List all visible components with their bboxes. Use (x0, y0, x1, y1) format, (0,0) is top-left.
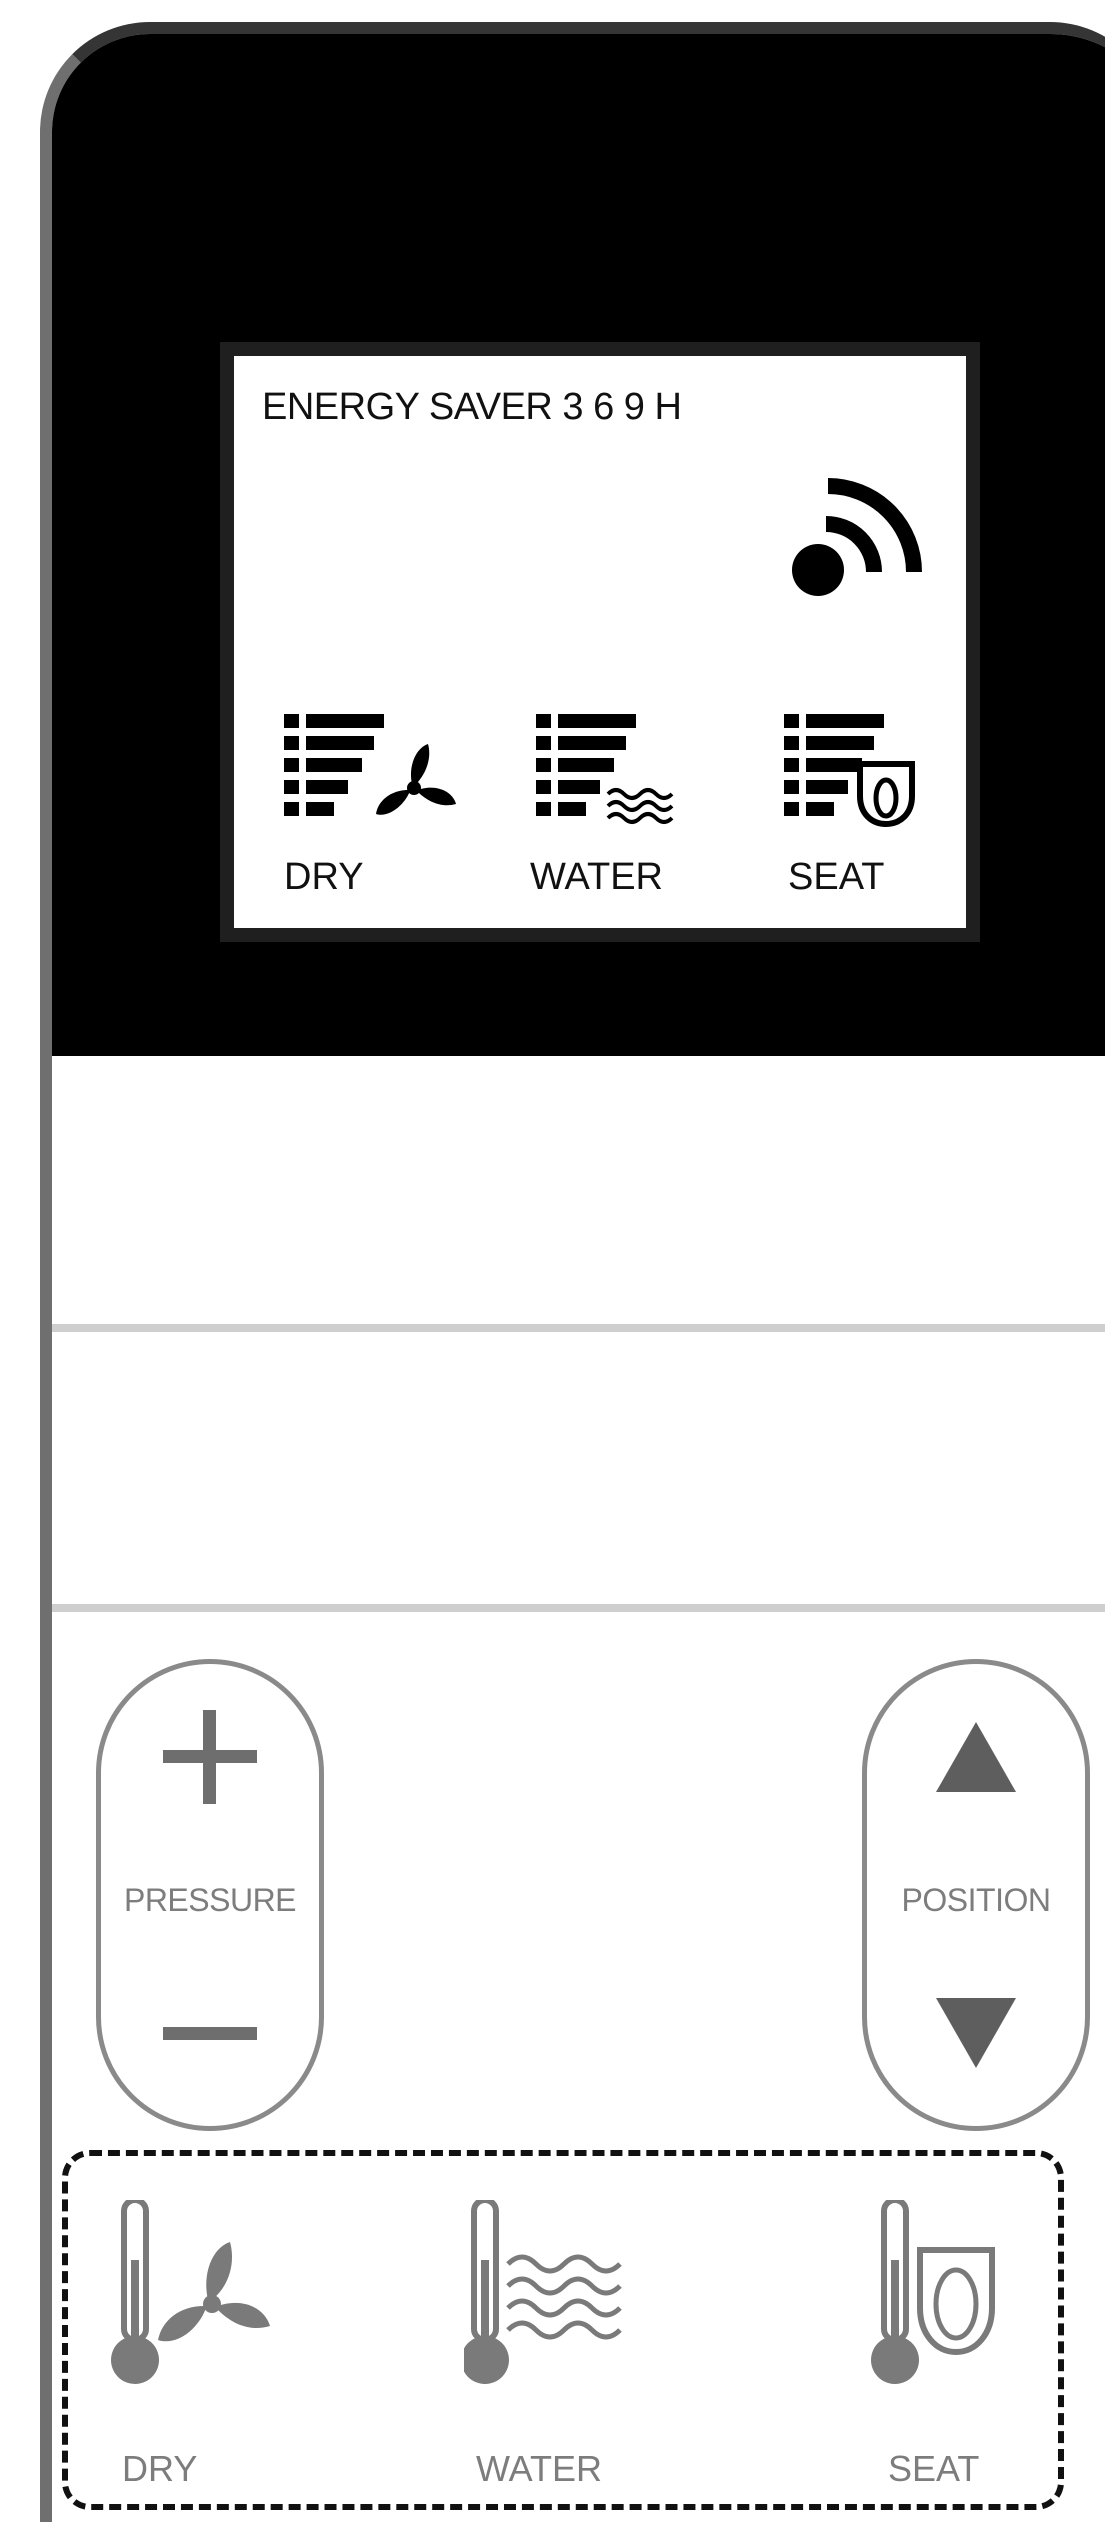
position-down-button[interactable] (867, 1958, 1085, 2108)
seat-level-bars-icon (784, 714, 915, 828)
thermometer-icon (871, 2197, 919, 2384)
remote-control: ENERGY SAVER 3 6 9 H DRY WATER SEAT PRES… (40, 22, 1105, 2522)
water-waves-icon (606, 788, 674, 824)
dry-level-bars-icon (284, 714, 456, 816)
pressure-decrease-button[interactable] (101, 1958, 319, 2108)
fan-icon (158, 2242, 270, 2342)
seat-temperature-button[interactable]: SEAT (870, 2197, 1050, 2489)
seat-temperature-label: SEAT (888, 2448, 980, 2489)
display-bezel: ENERGY SAVER 3 6 9 H DRY WATER SEAT (52, 34, 1105, 1056)
water-level-bars-icon (536, 714, 674, 824)
position-control: POSITION (862, 1659, 1090, 2131)
lcd-screen: ENERGY SAVER 3 6 9 H DRY WATER SEAT (220, 342, 980, 942)
water-temperature-label: WATER (476, 2448, 602, 2489)
lcd-seat-label: SEAT (788, 856, 885, 898)
divider-line (52, 1604, 1105, 1612)
triangle-up-icon (936, 1722, 1016, 1792)
lcd-seat-level: SEAT (774, 706, 994, 926)
thermometer-icon (111, 2197, 159, 2384)
triangle-down-icon (936, 1998, 1016, 2068)
plus-icon (163, 1710, 257, 1804)
water-temperature-button[interactable]: WATER (461, 2197, 664, 2489)
pressure-label: PRESSURE (123, 1882, 297, 1918)
seat-icon (917, 2247, 995, 2356)
fan-icon (376, 744, 456, 815)
lcd-water-level: WATER (526, 706, 746, 926)
lcd-dry-label: DRY (284, 856, 364, 898)
seat-icon (857, 761, 915, 828)
water-temperature-icon (461, 2197, 622, 2384)
position-label: POSITION (901, 1882, 1051, 1918)
dry-temperature-icon (111, 2197, 270, 2384)
lcd-water-label: WATER (530, 856, 663, 898)
temperature-button-group: DRY WATER SEAT (62, 2150, 1064, 2510)
pressure-control: PRESSURE (96, 1659, 324, 2131)
divider-line (52, 1324, 1105, 1332)
dry-temperature-button[interactable]: DRY (94, 2197, 294, 2489)
dry-temperature-label: DRY (122, 2448, 198, 2489)
pressure-increase-button[interactable] (101, 1682, 319, 1832)
lcd-dry-level: DRY (274, 706, 494, 926)
minus-icon (163, 2027, 257, 2040)
energy-saver-indicator: ENERGY SAVER 3 6 9 H (262, 386, 682, 428)
seat-temperature-icon (871, 2197, 995, 2384)
position-up-button[interactable] (867, 1682, 1085, 1832)
thermometer-icon (461, 2197, 509, 2384)
water-waves-icon (506, 2254, 622, 2340)
signal-icon (792, 478, 922, 596)
